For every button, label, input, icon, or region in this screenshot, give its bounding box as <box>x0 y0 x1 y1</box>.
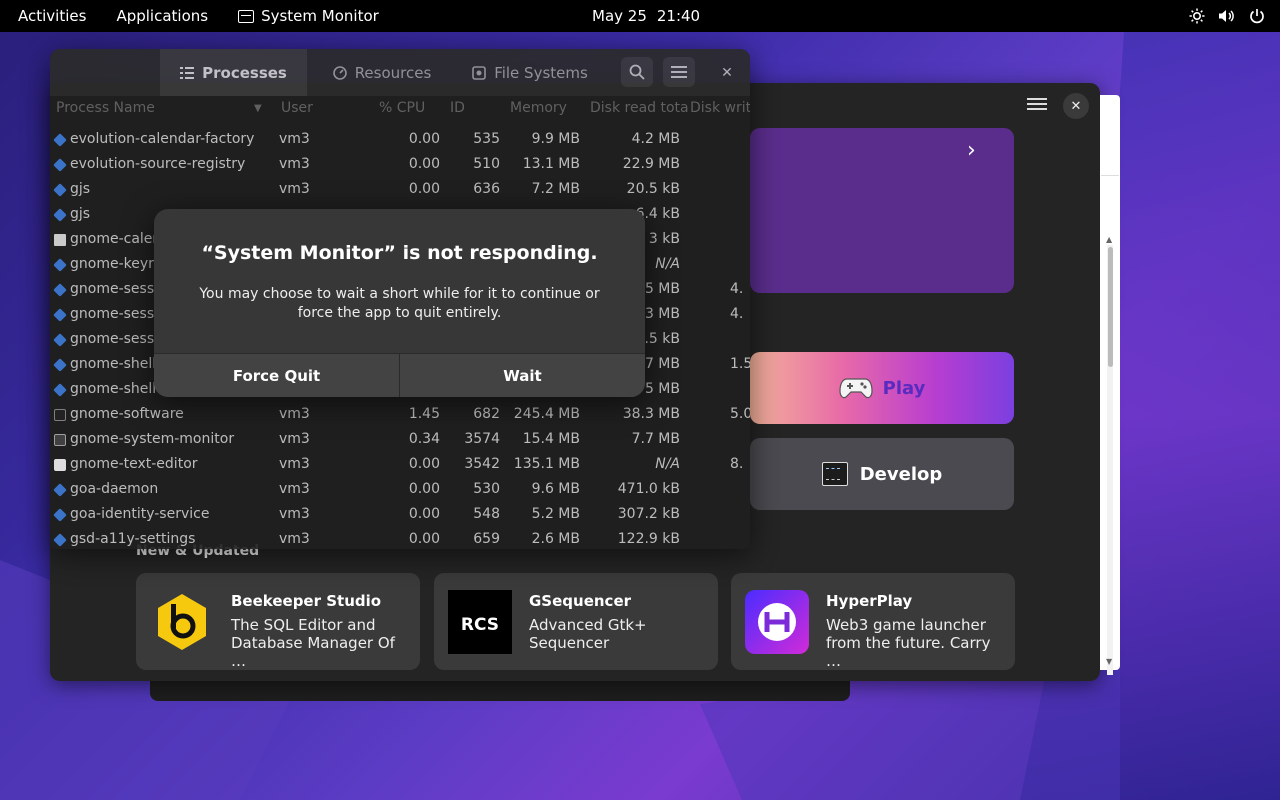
tab-file-systems[interactable]: File Systems <box>456 49 604 96</box>
process-icon <box>53 308 67 322</box>
disk-icon <box>472 65 486 80</box>
column-id[interactable]: ID <box>450 100 465 116</box>
column-memory[interactable]: Memory <box>510 100 567 116</box>
force-quit-button[interactable]: Force Quit <box>154 354 399 397</box>
process-icon <box>53 183 67 197</box>
chevron-right-icon[interactable]: › <box>967 138 981 163</box>
dialog-message: You may choose to wait a short while for… <box>199 286 600 321</box>
sort-down-icon: ▼ <box>254 103 262 114</box>
software-menu-button[interactable] <box>1027 95 1047 111</box>
clock[interactable]: May 25 21:40 <box>592 0 700 32</box>
app-card-description: Advanced Gtk+ Sequencer <box>529 616 647 652</box>
table-row[interactable]: gjs vm3 0.00 636 7.2 MB 20.5 kB <box>50 178 750 203</box>
beekeeper-icon <box>150 590 214 654</box>
top-bar: Activities Applications System Monitor M… <box>0 0 1280 32</box>
process-icon <box>53 208 67 222</box>
scroll-down-arrow-icon[interactable]: ▼ <box>1106 657 1112 666</box>
tab-label: File Systems <box>494 63 588 82</box>
search-button[interactable] <box>621 57 653 87</box>
tab-processes[interactable]: Processes <box>160 49 307 96</box>
applications-menu[interactable]: Applications <box>101 0 223 32</box>
app-menu[interactable]: System Monitor <box>223 0 394 32</box>
clock-date: May 25 <box>592 7 647 25</box>
app-card-description: Web3 game launcher from the future. Carr… <box>826 616 991 670</box>
hyperplay-icon <box>745 590 809 654</box>
column-disk-write[interactable]: Disk writ <box>690 100 750 116</box>
scrollbar[interactable]: ▲ ▼ <box>1100 95 1120 675</box>
app-card-name: Beekeeper Studio <box>231 592 382 610</box>
process-icon <box>53 258 67 272</box>
dialog-title: “System Monitor” is not responding. <box>201 242 598 264</box>
scrollbar-thumb[interactable] <box>1108 247 1113 367</box>
process-icon <box>53 483 67 497</box>
table-row[interactable]: gnome-text-editor vm3 0.00 3542 135.1 MB N/A 8… <box>50 453 750 478</box>
process-icon <box>53 133 67 147</box>
monitor-icon <box>54 434 66 446</box>
process-icon <box>53 358 67 372</box>
hamburger-icon <box>671 66 687 78</box>
gsequencer-icon: RCS <box>448 590 512 654</box>
category-play[interactable]: Play <box>750 352 1014 424</box>
app-card-beekeeper[interactable]: Beekeeper Studio The SQL Editor and Data… <box>136 573 420 670</box>
app-card-name: HyperPlay <box>826 592 913 610</box>
column-cpu[interactable]: % CPU <box>379 100 425 116</box>
scroll-up-arrow-icon[interactable]: ▲ <box>1106 235 1112 244</box>
category-develop-label: Develop <box>859 463 943 485</box>
table-row[interactable]: gsd-a11y-settings vm3 0.00 659 2.6 MB 122.9 k… <box>50 528 750 549</box>
app-menu-label: System Monitor <box>261 7 379 25</box>
process-icon <box>53 383 67 397</box>
system-monitor-icon <box>238 9 255 23</box>
table-row[interactable]: gnome-system-monitor vm3 0.34 3574 15.4 MB 7.… <box>50 428 750 453</box>
process-icon <box>53 158 67 172</box>
table-row[interactable]: goa-identity-service vm3 0.00 548 5.2 MB 307.… <box>50 503 750 528</box>
table-row[interactable]: goa-daemon vm3 0.00 530 9.6 MB 471.0 kB <box>50 478 750 503</box>
activities-button[interactable]: Activities <box>0 0 101 32</box>
software-close-button[interactable]: ✕ <box>1063 93 1089 119</box>
column-headers: Process Name ▼ User % CPU ID Memory Disk… <box>50 96 750 120</box>
category-develop[interactable]: Develop <box>750 438 1014 510</box>
table-row[interactable]: evolution-calendar-factory vm3 0.00 535 9.9 … <box>50 128 750 153</box>
dialog-buttons: Force Quit Wait <box>154 353 645 397</box>
software-bag-icon <box>54 409 66 421</box>
wait-button[interactable]: Wait <box>399 354 645 397</box>
system-tray[interactable] <box>1188 0 1266 32</box>
app-card-hyperplay[interactable]: HyperPlay Web3 game launcher from the fu… <box>731 573 1015 670</box>
process-icon <box>53 508 67 522</box>
process-icon <box>53 283 67 297</box>
close-icon[interactable]: ✕ <box>716 62 738 84</box>
not-responding-dialog: “System Monitor” is not responding. You … <box>154 209 645 397</box>
app-card-gsequencer[interactable]: RCS GSequencer Advanced Gtk+ Sequencer <box>434 573 718 670</box>
text-editor-icon <box>54 459 66 471</box>
brightness-icon <box>1188 7 1206 25</box>
tab-label: Resources <box>354 63 432 82</box>
table-row[interactable]: evolution-source-registry vm3 0.00 510 13.1 … <box>50 153 750 178</box>
column-user[interactable]: User <box>281 100 313 116</box>
tab-resources[interactable]: Resources <box>308 49 456 96</box>
app-card-description: The SQL Editor and Database Manager Of … <box>231 616 395 670</box>
power-icon <box>1248 7 1266 25</box>
gauge-icon <box>332 65 347 80</box>
category-play-label: Play <box>882 377 926 399</box>
list-icon <box>180 66 195 79</box>
app-card-name: GSequencer <box>529 592 632 610</box>
calendar-icon <box>54 234 66 246</box>
process-icon <box>53 333 67 347</box>
svg-text:RCS: RCS <box>461 615 499 635</box>
terminal-icon <box>821 462 848 486</box>
column-process-name[interactable]: Process Name <box>56 100 155 116</box>
table-row[interactable]: gnome-software vm3 1.45 682 245.4 MB 38.3 MB 5… <box>50 403 750 428</box>
tab-label: Processes <box>202 63 287 82</box>
main-menu-button[interactable] <box>663 57 695 87</box>
column-disk-read[interactable]: Disk read tota <box>590 100 689 116</box>
search-icon <box>629 64 645 80</box>
gamepad-icon <box>839 378 873 399</box>
clock-time: 21:40 <box>656 7 701 25</box>
process-icon <box>53 533 67 547</box>
volume-icon <box>1218 7 1236 25</box>
